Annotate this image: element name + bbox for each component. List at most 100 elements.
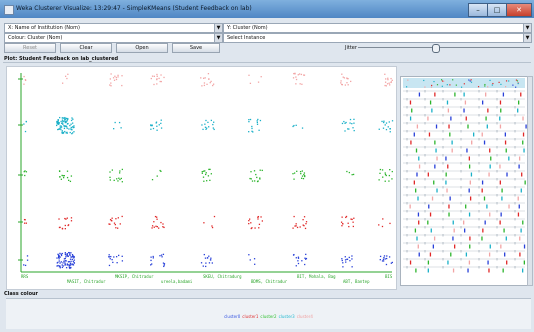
- data-point: [163, 265, 165, 268]
- data-point: [297, 260, 299, 262]
- data-point: [70, 260, 72, 263]
- legend-entry-cluster3[interactable]: cluster3: [279, 314, 295, 319]
- matrix-mark: [431, 108, 433, 113]
- chevron-down-icon[interactable]: ▼: [523, 34, 531, 42]
- scatter-plot-svg[interactable]: RRS MASIT, Chitradur MKSIP, Chitradur ureel…: [7, 67, 396, 289]
- data-point: [121, 215, 123, 218]
- data-point: [347, 222, 349, 224]
- matrix-mark: [485, 92, 487, 97]
- matrix-mark: [434, 140, 436, 145]
- data-point: [66, 217, 68, 219]
- data-point: [248, 118, 250, 121]
- scatter-plot[interactable]: RRS MASIT, Chitradur MKSIP, Chitradur ureel…: [6, 66, 397, 290]
- data-point: [351, 266, 353, 268]
- vertical-scrollbar[interactable]: [527, 76, 533, 286]
- legend-entry-cluster4[interactable]: cluster4: [297, 314, 313, 319]
- data-point: [348, 256, 350, 259]
- x-axis-select-value: X: Name of Institution (Nom): [8, 25, 80, 31]
- data-point: [345, 261, 347, 263]
- data-point: [303, 74, 305, 76]
- legend-entry-cluster1[interactable]: cluster1: [242, 314, 258, 319]
- instance-matrix-panel[interactable]: [400, 76, 528, 286]
- data-point: [156, 226, 158, 228]
- reset-button[interactable]: Reset: [4, 43, 56, 53]
- matrix-header: [403, 78, 525, 88]
- x-axis-select[interactable]: X: Name of Institution (Nom) ▼: [4, 23, 223, 33]
- matrix-mark: [499, 124, 502, 129]
- data-point: [302, 218, 304, 221]
- clear-button[interactable]: Clear: [60, 43, 112, 53]
- jitter-slider-thumb[interactable]: [432, 44, 441, 53]
- matrix-mark: [447, 108, 450, 113]
- data-point: [249, 259, 251, 261]
- data-point: [295, 223, 297, 225]
- data-point: [24, 264, 27, 267]
- data-point: [352, 173, 355, 176]
- data-point: [64, 118, 67, 120]
- matrix-mark: [502, 268, 504, 273]
- matrix-mark: [445, 156, 447, 161]
- data-point: [152, 255, 154, 258]
- instance-matrix-svg[interactable]: [401, 77, 527, 285]
- open-button[interactable]: Open: [116, 43, 168, 53]
- chevron-down-icon[interactable]: ▼: [523, 24, 531, 32]
- data-point: [156, 73, 158, 76]
- data-point: [299, 83, 301, 85]
- data-point: [24, 219, 26, 221]
- data-point: [57, 123, 60, 125]
- minimize-button[interactable]: –: [468, 3, 488, 17]
- jitter-slider-track[interactable]: [358, 47, 530, 48]
- matrix-mark: [427, 220, 429, 225]
- matrix-mark: [517, 108, 519, 113]
- y-axis-select[interactable]: Y: Cluster (Nom) ▼: [223, 23, 532, 33]
- data-point: [66, 254, 68, 256]
- data-point: [206, 180, 208, 182]
- close-button[interactable]: ✕: [506, 3, 532, 17]
- data-point: [342, 262, 344, 264]
- matrix-point: [424, 86, 426, 88]
- save-button[interactable]: Save: [172, 43, 220, 53]
- data-point: [391, 178, 393, 180]
- matrix-point: [508, 80, 510, 82]
- data-point: [250, 222, 252, 224]
- matrix-point: [491, 84, 493, 86]
- chevron-down-icon[interactable]: ▼: [214, 24, 222, 32]
- data-point: [109, 78, 111, 80]
- data-point: [342, 266, 344, 268]
- data-point: [341, 122, 344, 125]
- data-point: [61, 228, 64, 230]
- data-point: [108, 264, 111, 267]
- data-point: [150, 77, 152, 80]
- maximize-button[interactable]: □: [487, 3, 507, 17]
- matrix-mark: [431, 196, 434, 201]
- matrix-mark: [452, 236, 454, 241]
- data-point: [257, 218, 259, 220]
- class-colour-legend: cluster0 cluster1 cluster2 cluster3 cluster4: [6, 314, 531, 319]
- data-point: [258, 129, 260, 131]
- matrix-mark: [489, 148, 491, 153]
- legend-entry-cluster2[interactable]: cluster2: [260, 314, 276, 319]
- chevron-down-icon[interactable]: ▼: [214, 34, 222, 42]
- colour-select[interactable]: Colour: Cluster (Nom) ▼: [4, 33, 223, 43]
- data-point: [68, 265, 70, 267]
- legend-entry-cluster0[interactable]: cluster0: [224, 314, 240, 319]
- matrix-mark: [413, 132, 415, 137]
- instance-select[interactable]: Select Instance ▼: [223, 33, 532, 43]
- matrix-mark: [469, 244, 471, 249]
- matrix-mark: [488, 252, 491, 257]
- matrix-mark: [432, 244, 435, 249]
- data-point: [381, 120, 383, 123]
- matrix-mark: [409, 204, 411, 209]
- data-point: [73, 126, 75, 129]
- data-point: [121, 84, 123, 87]
- matrix-mark: [448, 124, 450, 129]
- matrix-mark: [483, 196, 486, 201]
- data-point: [156, 75, 158, 77]
- matrix-mark: [417, 244, 419, 249]
- data-point: [382, 127, 385, 129]
- data-point: [110, 73, 112, 75]
- data-point: [341, 216, 343, 218]
- data-point: [116, 178, 118, 180]
- data-point: [256, 121, 259, 124]
- matrix-mark: [489, 244, 491, 249]
